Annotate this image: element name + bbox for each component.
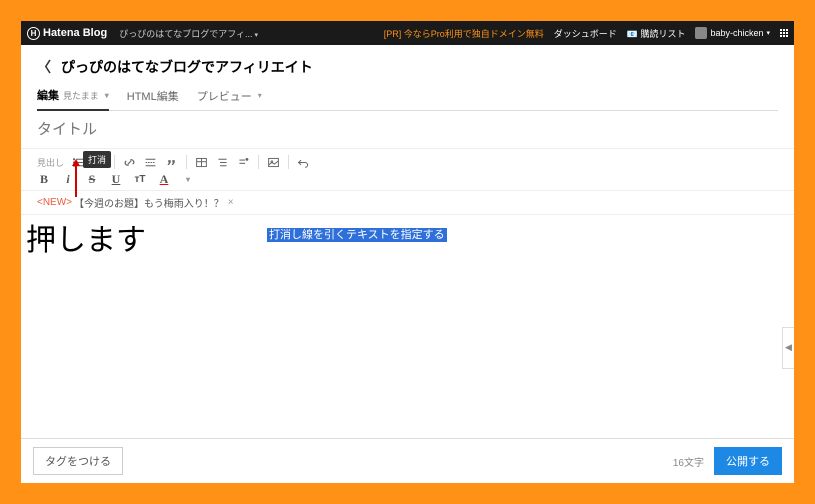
strike-tooltip: 打消 [83,151,111,168]
pr-link[interactable]: [PR] 今ならPro利用で独自ドメイン無料 [384,27,544,40]
page-title: ぴっぴのはてなブログでアフィリエイト [61,57,313,77]
username: baby-chicken [710,28,763,38]
footer: タグをつける 16文字 公開する [21,438,794,483]
theme-text[interactable]: 【今週のお題】もう梅雨入り！？ [74,195,224,210]
quote-icon[interactable] [165,156,178,169]
hatena-logo[interactable]: H Hatena Blog [27,27,107,40]
sidebar-toggle[interactable]: ◀ [782,327,794,369]
new-tag: <NEW> [37,197,72,208]
subscription-link[interactable]: 📧 購読リスト [627,27,686,40]
close-icon[interactable]: × [228,197,234,208]
tab-html[interactable]: HTML編集 [127,87,179,110]
selected-text: 打消し線を引くテキストを指定する [267,228,447,242]
publish-button[interactable]: 公開する [714,447,782,475]
strike-button[interactable]: S [85,173,99,186]
underline-button[interactable]: U [109,173,123,186]
top-bar: H Hatena Blog ぴっぴのはてなブログでアフィ... [PR] 今なら… [21,21,794,45]
editor-content[interactable]: 打消し線を引くテキストを指定する [251,215,794,438]
toolbar: 打消 見出し * B i S U ᴛT A ▾ [21,149,794,191]
fontsize-button[interactable]: ᴛT [133,173,147,186]
user-menu[interactable]: baby-chicken [695,27,770,39]
theme-bar: <NEW> 【今週のお題】もう梅雨入り！？ × [21,191,794,215]
char-count: 16文字 [673,454,704,469]
bold-button[interactable]: B [37,173,51,186]
tag-button[interactable]: タグをつける [33,447,123,475]
image-icon[interactable] [267,156,280,169]
breadcrumb: 〈 ぴっぴのはてなブログでアフィリエイト [37,57,778,77]
editor-tabs: 編集 見たまま HTML編集 プレビュー [37,87,778,111]
logo-text: Hatena Blog [43,27,107,39]
tab-edit[interactable]: 編集 見たまま [37,87,109,111]
avatar-icon [695,27,707,39]
back-button[interactable]: 〈 [37,57,51,77]
format-dropdown[interactable]: ▾ [181,173,195,186]
annotation-arrow [75,165,77,197]
tab-preview[interactable]: プレビュー [197,87,262,110]
apps-icon[interactable] [780,29,788,37]
undo-icon[interactable] [297,156,310,169]
title-input[interactable] [21,111,794,149]
footnote-icon[interactable]: * [237,156,250,169]
color-button[interactable]: A [157,173,171,186]
toc-icon[interactable] [216,156,229,169]
blog-subtitle[interactable]: ぴっぴのはてなブログでアフィ... [119,27,258,40]
hatena-icon: H [27,27,40,40]
link-icon[interactable] [123,156,136,169]
annotation-text: 押します [26,215,146,259]
italic-button[interactable]: i [61,173,75,186]
table-icon[interactable] [195,156,208,169]
svg-text:*: * [246,157,248,163]
readmore-icon[interactable] [144,156,157,169]
dashboard-link[interactable]: ダッシュボード [554,27,617,40]
heading-dropdown[interactable]: 見出し [37,156,64,169]
